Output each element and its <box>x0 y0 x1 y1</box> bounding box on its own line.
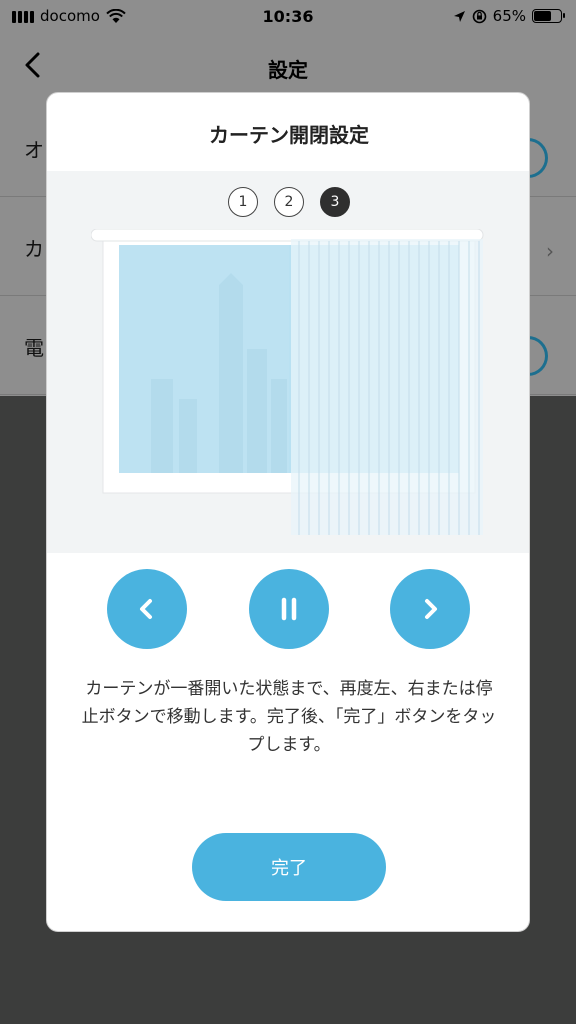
move-right-button[interactable] <box>390 569 470 649</box>
pause-icon <box>281 597 297 621</box>
instruction-text: カーテンが一番開いた状態まで、再度左、右または停止ボタンで移動します。完了後、「… <box>81 679 497 755</box>
page-title: 設定 <box>268 58 308 82</box>
battery-percent: 65% <box>492 7 526 25</box>
status-right: 65% <box>453 7 565 25</box>
chevron-left-icon <box>140 599 152 619</box>
battery-icon <box>532 9 565 23</box>
pause-button[interactable] <box>249 569 329 649</box>
step-2: 2 <box>274 187 304 217</box>
curtain-window-illustration <box>91 229 484 535</box>
orientation-lock-icon <box>472 9 486 23</box>
chevron-right-icon: › <box>546 239 554 263</box>
nav-bar: 設定 <box>0 34 576 98</box>
step-indicator: 1 2 3 <box>47 187 529 217</box>
location-arrow-icon <box>453 10 465 22</box>
settings-row-label: カ <box>24 237 44 261</box>
status-bar: docomo 10:36 65% <box>0 0 576 34</box>
settings-row-label: 電 <box>24 336 44 360</box>
step-3: 3 <box>320 187 350 217</box>
step-1: 1 <box>228 187 258 217</box>
done-button[interactable]: 完了 <box>192 833 386 901</box>
dialog-title: カーテン開閉設定 <box>209 123 369 147</box>
move-left-button[interactable] <box>107 569 187 649</box>
curtain-setup-dialog: カーテン開閉設定 1 2 3 カーテンが一番開いた状態まで、再度左、右または停止… <box>46 92 530 932</box>
settings-row-label: オ <box>24 138 44 162</box>
chevron-right-icon <box>425 599 437 619</box>
